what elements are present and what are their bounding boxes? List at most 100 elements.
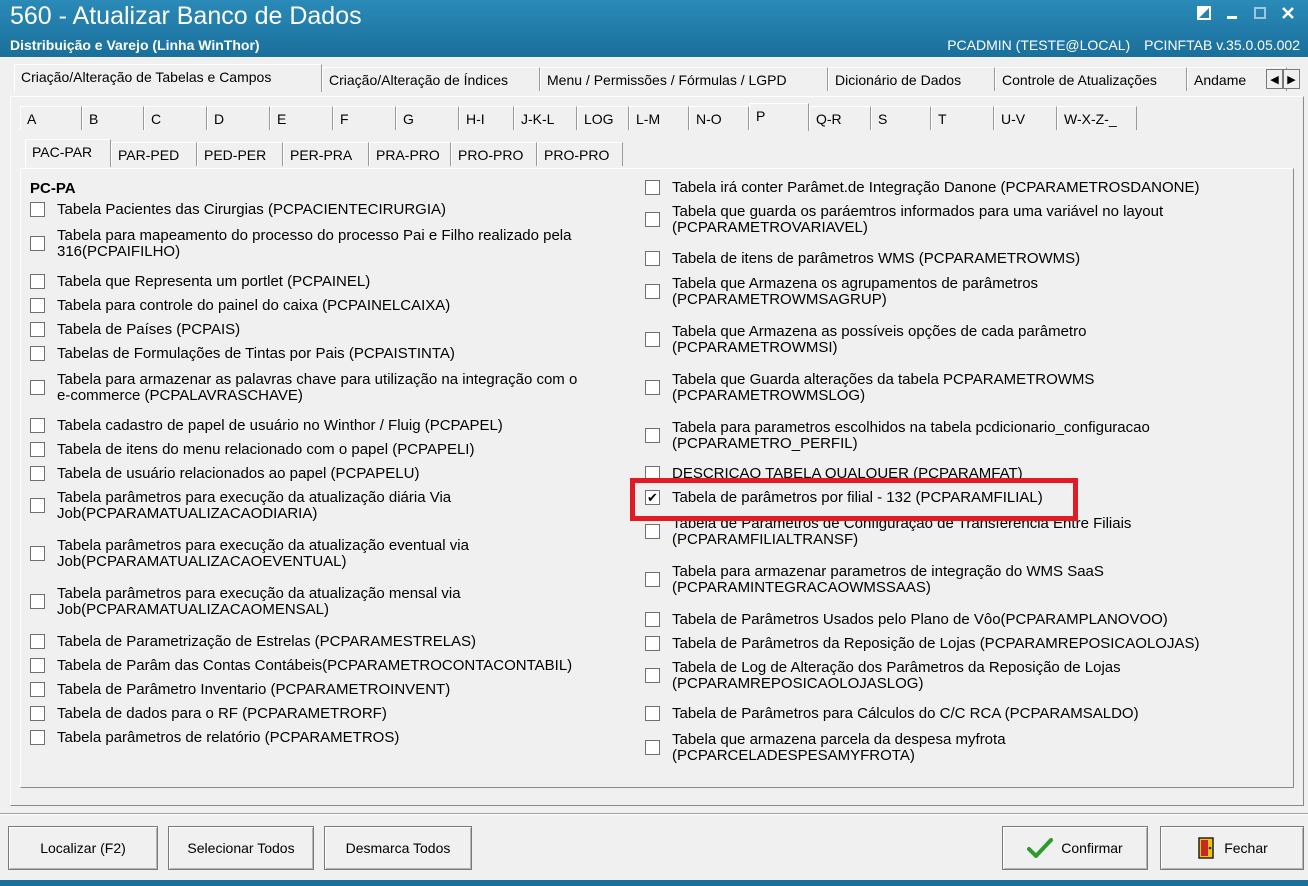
left-item-label: Tabela de usuário relacionados ao papel … <box>57 466 419 482</box>
checkbox[interactable] <box>645 612 660 627</box>
letter-tab-label: E <box>277 111 287 127</box>
checkbox[interactable] <box>645 706 660 721</box>
checkbox[interactable] <box>30 298 45 313</box>
letter-tab-label: LOG <box>584 111 614 127</box>
checkbox[interactable] <box>645 740 660 755</box>
letter-tab-label: P <box>756 108 766 124</box>
window-title: 560 - Atualizar Banco de Dados <box>10 2 362 30</box>
confirmar-label: Confirmar <box>1061 840 1123 856</box>
checkbox[interactable] <box>30 682 45 697</box>
checkbox[interactable] <box>30 418 45 433</box>
letter-tab-13[interactable]: Q-R <box>809 106 871 130</box>
letter-tab-3[interactable]: D <box>207 106 270 130</box>
checkbox[interactable] <box>645 428 660 443</box>
checkbox[interactable] <box>645 380 660 395</box>
right-item-label: Tabela que Guarda alterações da tabela P… <box>672 372 1094 404</box>
letter-tab-1[interactable]: B <box>82 106 144 130</box>
checkbox[interactable] <box>645 284 660 299</box>
letter-tab-17[interactable]: W-X-Z-_ <box>1057 106 1137 130</box>
range-tab-label: PER-PRA <box>290 147 353 163</box>
checkbox[interactable] <box>645 572 660 587</box>
letter-tab-10[interactable]: L-M <box>629 106 689 130</box>
app-version: PCINFTAB v.35.0.05.002 <box>1144 37 1300 53</box>
checkbox[interactable] <box>30 546 45 561</box>
main-tab-2[interactable]: Menu / Permissões / Fórmulas / LGPD <box>540 67 828 91</box>
range-tab-1[interactable]: PAR-PED <box>111 142 197 166</box>
main-tab-4[interactable]: Controle de Atualizações <box>995 67 1187 91</box>
left-item-label: Tabela de Parâmetro Inventario (PCPARAME… <box>57 682 450 698</box>
checkbox[interactable] <box>30 380 45 395</box>
checkbox[interactable] <box>30 634 45 649</box>
confirmar-button[interactable]: Confirmar <box>1002 826 1148 870</box>
letter-tab-label: B <box>89 111 99 127</box>
checkbox[interactable] <box>30 706 45 721</box>
range-tab-0[interactable]: PAC-PAR <box>25 139 111 167</box>
right-item-label: Tabela que armazena parcela da despesa m… <box>672 732 1006 764</box>
checkbox[interactable] <box>30 498 45 513</box>
item-text-line: Tabela Pacientes das Cirurgias (PCPACIEN… <box>57 201 447 218</box>
selecionar-todos-button[interactable]: Selecionar Todos <box>168 826 314 870</box>
range-tab-6[interactable]: PRO-PRO <box>537 142 623 166</box>
letter-tab-label: L-M <box>636 111 661 127</box>
range-tab-5[interactable]: PRO-PRO <box>451 142 537 166</box>
checkbox[interactable] <box>645 212 660 227</box>
localizar-button[interactable]: Localizar (F2) <box>8 826 158 870</box>
maximize-icon[interactable] <box>1246 2 1274 24</box>
letter-tab-2[interactable]: C <box>144 106 207 130</box>
letter-tab-11[interactable]: N-O <box>689 106 749 130</box>
range-tab-label: PRA-PRO <box>376 147 440 163</box>
left-item-label: Tabela de Parâm das Contas Contábeis(PCP… <box>57 658 572 674</box>
letter-tab-16[interactable]: U-V <box>994 106 1057 130</box>
checkbox[interactable] <box>30 322 45 337</box>
tab-scroll-right-icon[interactable]: ▶ <box>1283 69 1300 89</box>
main-tab-3[interactable]: Dicionário de Dados <box>828 67 995 91</box>
range-tab-4[interactable]: PRA-PRO <box>369 142 451 166</box>
letter-tab-14[interactable]: S <box>871 106 931 130</box>
restore-icon[interactable] <box>1190 2 1218 24</box>
item-text-line: Tabelas de Formulações de Tintas por Pai… <box>57 345 455 362</box>
fechar-button[interactable]: Fechar <box>1160 826 1304 870</box>
item-text-line: Tabela de Log de Alteração dos Parâmetro… <box>672 659 1121 676</box>
checkbox[interactable] <box>30 202 45 217</box>
checkbox[interactable] <box>30 730 45 745</box>
letter-tab-12[interactable]: P <box>749 103 809 131</box>
close-icon[interactable] <box>1274 2 1302 24</box>
right-item-label: Tabela de Parâmetros Usados pelo Plano d… <box>672 612 1168 628</box>
checkbox[interactable] <box>645 332 660 347</box>
checkbox[interactable] <box>30 442 45 457</box>
letter-tab-15[interactable]: T <box>931 106 994 130</box>
checkbox[interactable] <box>645 636 660 651</box>
range-tab-3[interactable]: PER-PRA <box>283 142 369 166</box>
range-tab-2[interactable]: PED-PER <box>197 142 283 166</box>
checkbox[interactable] <box>645 251 660 266</box>
left-item-label: Tabela Pacientes das Cirurgias (PCPACIEN… <box>57 202 446 218</box>
letter-tab-7[interactable]: H-I <box>459 106 514 130</box>
main-tab-label: Controle de Atualizações <box>1002 72 1157 88</box>
main-tab-1[interactable]: Criação/Alteração de Índices <box>322 67 540 91</box>
letter-tab-4[interactable]: E <box>270 106 333 130</box>
checkbox[interactable] <box>645 668 660 683</box>
checkbox[interactable] <box>30 274 45 289</box>
main-tab-0[interactable]: Criação/Alteração de Tabelas e Campos <box>14 64 322 92</box>
main-tab-label: Criação/Alteração de Índices <box>329 72 508 88</box>
desmarca-todos-button[interactable]: Desmarca Todos <box>324 826 472 870</box>
checkbox[interactable] <box>30 466 45 481</box>
main-tab-label: Andame <box>1194 72 1247 88</box>
item-text-line: Tabela de dados para o RF (PCPARAMETRORF… <box>57 705 387 722</box>
item-text-line: (PCPARAMETROVARIAVEL) <box>672 219 868 236</box>
letter-tab-5[interactable]: F <box>333 106 396 130</box>
checkbox[interactable] <box>30 658 45 673</box>
tab-scroll-left-icon[interactable]: ◀ <box>1266 69 1283 89</box>
title-bar[interactable]: 560 - Atualizar Banco de Dados Distribui… <box>0 0 1308 57</box>
letter-tab-8[interactable]: J-K-L <box>514 106 577 130</box>
checkbox[interactable] <box>645 524 660 539</box>
letter-tab-9[interactable]: LOG <box>577 106 629 130</box>
item-text-line: (PCPARCELADESPESAMYFROTA) <box>672 747 915 764</box>
checkbox[interactable] <box>645 180 660 195</box>
checkbox[interactable] <box>30 594 45 609</box>
letter-tab-6[interactable]: G <box>396 106 459 130</box>
checkbox[interactable] <box>30 236 45 251</box>
checkbox[interactable] <box>30 346 45 361</box>
letter-tab-0[interactable]: A <box>20 106 82 130</box>
minimize-icon[interactable] <box>1218 2 1246 24</box>
